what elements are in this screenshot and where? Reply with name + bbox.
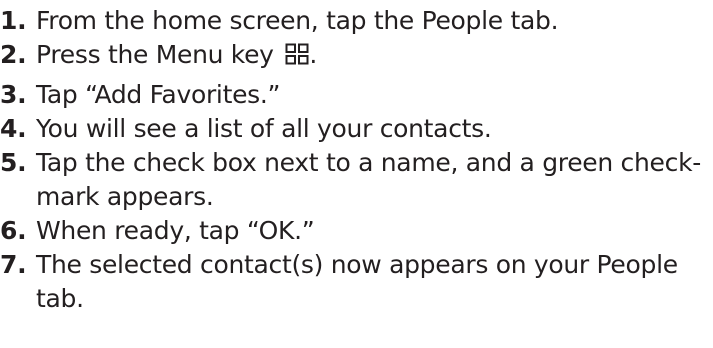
step-text-line-2: mark appears. (36, 182, 214, 211)
step-number: 5. (0, 148, 27, 177)
step-3: 3. Tap “Add Favorites.” (0, 78, 713, 112)
step-text-line-1: The selected contact(s) now appears on y… (36, 250, 678, 279)
step-4: 4. You will see a list of all your conta… (0, 112, 713, 146)
step-6: 6. When ready, tap “OK.” (0, 214, 713, 248)
step-number: 7. (0, 250, 27, 279)
step-7: 7. The selected contact(s) now appears o… (0, 248, 713, 316)
step-text-line-2: tab. (36, 284, 84, 313)
step-text: Tap “Add Favorites.” (36, 80, 281, 109)
step-text: When ready, tap “OK.” (36, 216, 315, 245)
step-text-line-1: Tap the check box next to a name, and a … (36, 148, 701, 177)
step-2: 2. Press the Menu key . (0, 38, 713, 72)
step-number: 4. (0, 114, 27, 143)
step-1: 1. From the home screen, tap the People … (0, 4, 713, 38)
step-text: Press the Menu key (36, 40, 274, 69)
page: { "steps": [ {"number": "1.", "text": "F… (0, 0, 713, 348)
instruction-list: 1. From the home screen, tap the People … (0, 4, 713, 316)
step-text: From the home screen, tap the People tab… (36, 6, 559, 35)
menu-key-icon (285, 43, 309, 65)
step-number: 2. (0, 40, 27, 69)
step-number: 1. (0, 6, 27, 35)
step-number: 6. (0, 216, 27, 245)
step-number: 3. (0, 80, 27, 109)
step-text-suffix: . (309, 40, 317, 69)
step-text: You will see a list of all your contacts… (36, 114, 492, 143)
step-5: 5. Tap the check box next to a name, and… (0, 146, 713, 214)
